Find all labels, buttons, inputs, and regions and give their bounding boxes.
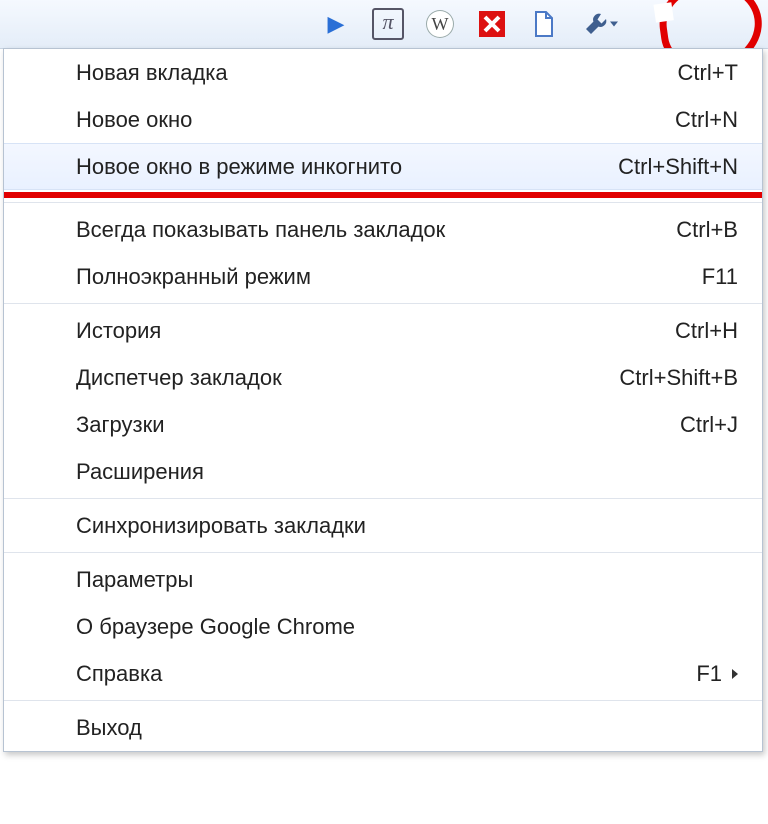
menu-item-shortcut: Ctrl+B bbox=[676, 217, 738, 243]
menu-item-label: Новая вкладка bbox=[76, 60, 678, 86]
menu-item-shortcut: Ctrl+T bbox=[678, 60, 739, 86]
new-page-button[interactable] bbox=[518, 0, 570, 48]
menu-item-shortcut: F11 bbox=[702, 264, 738, 290]
settings-wrench-button[interactable] bbox=[570, 0, 622, 48]
menu-item[interactable]: Новое окноCtrl+N bbox=[4, 96, 762, 143]
menu-item[interactable]: Всегда показывать панель закладокCtrl+B bbox=[4, 206, 762, 253]
menu-item[interactable]: Синхронизировать закладки bbox=[4, 502, 762, 549]
menu-item[interactable]: Расширения bbox=[4, 448, 762, 495]
menu-item[interactable]: О браузере Google Chrome bbox=[4, 603, 762, 650]
menu-item-label: Параметры bbox=[76, 567, 738, 593]
menu-separator bbox=[4, 202, 762, 203]
menu-item-label: Диспетчер закладок bbox=[76, 365, 619, 391]
menu-item[interactable]: ИсторияCtrl+H bbox=[4, 307, 762, 354]
menu-item-label: О браузере Google Chrome bbox=[76, 614, 738, 640]
menu-item-label: Выход bbox=[76, 715, 738, 741]
menu-item-shortcut: Ctrl+N bbox=[675, 107, 738, 133]
menu-item[interactable]: Параметры bbox=[4, 556, 762, 603]
menu-item-label: Новое окно в режиме инкогнито bbox=[76, 154, 618, 180]
menu-item-shortcut: Ctrl+Shift+N bbox=[618, 154, 738, 180]
menu-separator bbox=[4, 303, 762, 304]
menu-item-label: Новое окно bbox=[76, 107, 675, 133]
menu-item[interactable]: Выход bbox=[4, 704, 762, 751]
play-icon: ▶ bbox=[322, 10, 350, 38]
dropdown-arrow-icon bbox=[610, 22, 618, 27]
play-button[interactable]: ▶ bbox=[310, 0, 362, 48]
menu-item[interactable]: Полноэкранный режимF11 bbox=[4, 253, 762, 300]
menu-item[interactable]: СправкаF1 bbox=[4, 650, 762, 697]
wikipedia-icon: W bbox=[426, 10, 454, 38]
settings-menu: Новая вкладкаCtrl+TНовое окноCtrl+NНовое… bbox=[3, 48, 763, 752]
new-page-icon bbox=[530, 10, 558, 38]
annotation-underline bbox=[4, 192, 762, 198]
menu-item-shortcut: Ctrl+H bbox=[675, 318, 738, 344]
wikipedia-extension-button[interactable]: W bbox=[414, 0, 466, 48]
menu-item-shortcut: Ctrl+Shift+B bbox=[619, 365, 738, 391]
wrench-icon bbox=[582, 10, 610, 38]
red-x-icon bbox=[479, 11, 505, 37]
pi-icon: π bbox=[372, 8, 404, 40]
menu-separator bbox=[4, 552, 762, 553]
toolbar: ▶ π W bbox=[0, 0, 768, 49]
menu-item-label: Расширения bbox=[76, 459, 738, 485]
menu-item-label: История bbox=[76, 318, 675, 344]
menu-separator bbox=[4, 700, 762, 701]
menu-item-label: Загрузки bbox=[76, 412, 680, 438]
menu-separator bbox=[4, 498, 762, 499]
menu-item[interactable]: Диспетчер закладокCtrl+Shift+B bbox=[4, 354, 762, 401]
menu-item-shortcut: Ctrl+J bbox=[680, 412, 738, 438]
menu-item-label: Справка bbox=[76, 661, 696, 687]
menu-item-label: Синхронизировать закладки bbox=[76, 513, 738, 539]
menu-item-shortcut: F1 bbox=[696, 661, 722, 687]
menu-item[interactable]: Новая вкладкаCtrl+T bbox=[4, 49, 762, 96]
pi-extension-button[interactable]: π bbox=[362, 0, 414, 48]
menu-item[interactable]: Новое окно в режиме инкогнитоCtrl+Shift+… bbox=[4, 143, 762, 190]
menu-item[interactable]: ЗагрузкиCtrl+J bbox=[4, 401, 762, 448]
close-x-button[interactable] bbox=[466, 0, 518, 48]
menu-item-label: Полноэкранный режим bbox=[76, 264, 702, 290]
toolbar-spacer bbox=[0, 0, 310, 48]
menu-item-label: Всегда показывать панель закладок bbox=[76, 217, 676, 243]
